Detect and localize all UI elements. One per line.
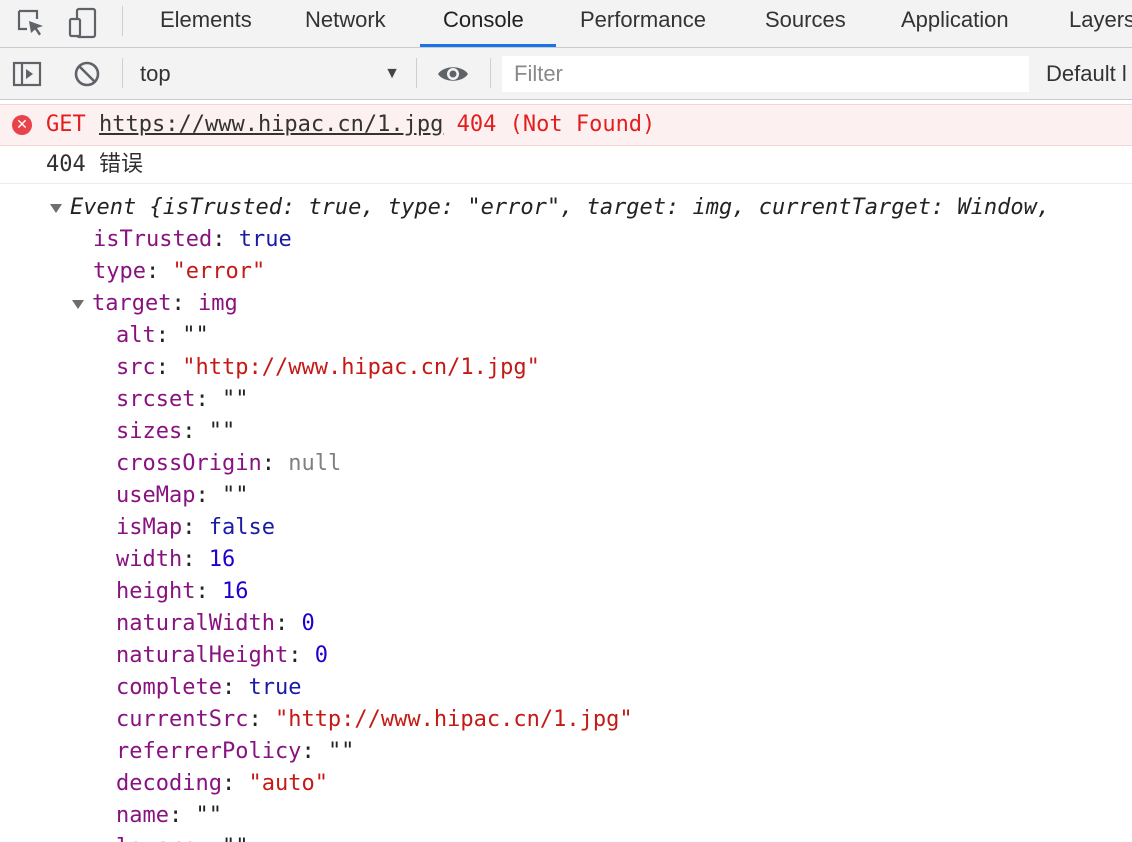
property-row: srcset: "": [116, 387, 249, 412]
property-row: referrerPolicy: "": [116, 739, 355, 764]
property-value: "error": [172, 259, 266, 284]
property-value: "": [221, 483, 249, 508]
error-text: GET https://www.hipac.cn/1.jpg 404 (Not …: [46, 105, 655, 145]
property-key: src: [116, 355, 156, 380]
property-row: currentSrc: "http://www.hipac.cn/1.jpg": [116, 707, 633, 732]
property-row: crossOrigin: null: [116, 451, 342, 476]
property-value: false: [208, 515, 275, 540]
property-key: height: [116, 579, 196, 604]
filter-input[interactable]: [502, 56, 1029, 92]
property-value: true: [238, 227, 292, 252]
property-key: crossOrigin: [116, 451, 262, 476]
property-row: type: "error": [93, 259, 266, 284]
property-key: type: [93, 259, 146, 284]
active-tab-indicator: [420, 44, 556, 47]
property-key: srcset: [116, 387, 196, 412]
property-row: height: 16: [116, 579, 249, 604]
clear-console-icon[interactable]: [70, 57, 104, 91]
log-message: 404 错误: [0, 146, 1132, 184]
event-object-summary[interactable]: Event {isTrusted: true, type: "error", t…: [50, 192, 1050, 224]
log-levels-dropdown[interactable]: Default l: [1046, 57, 1127, 91]
property-key: referrerPolicy: [116, 739, 302, 764]
property-row: sizes: "": [116, 419, 236, 444]
event-label: Event: [70, 195, 137, 220]
property-key: complete: [116, 675, 222, 700]
show-sidebar-icon[interactable]: [10, 57, 44, 91]
expand-triangle-icon[interactable]: [50, 203, 62, 213]
toolbar-divider: [490, 58, 491, 88]
tab-console[interactable]: Console: [443, 0, 524, 47]
property-value: "": [221, 387, 249, 412]
property-value: "": [208, 419, 236, 444]
live-expression-eye-icon[interactable]: [436, 57, 470, 91]
dropdown-arrow-icon: ▼: [384, 65, 400, 82]
tab-layers[interactable]: Layers: [1069, 0, 1132, 47]
property-key: target: [92, 291, 172, 316]
property-value: "": [327, 739, 355, 764]
property-value: true: [248, 675, 302, 700]
tab-sources[interactable]: Sources: [765, 0, 846, 47]
device-toolbar-icon[interactable]: [66, 6, 100, 40]
property-value: "": [182, 323, 209, 348]
console-toolbar: top ▼ Default l: [0, 48, 1132, 100]
property-key: naturalWidth: [116, 611, 275, 636]
console-output: ✕ GET https://www.hipac.cn/1.jpg 404 (No…: [0, 100, 1132, 842]
toolbar-divider: [122, 6, 123, 36]
toolbar-divider: [122, 58, 123, 88]
error-message: ✕ GET https://www.hipac.cn/1.jpg 404 (No…: [0, 104, 1132, 146]
error-method: GET: [46, 112, 86, 137]
tab-elements[interactable]: Elements: [160, 0, 252, 47]
property-key: lowsrc: [116, 835, 195, 842]
toolbar-divider: [416, 58, 417, 88]
property-row: alt: "": [116, 323, 209, 348]
property-value: "http://www.hipac.cn/1.jpg": [274, 707, 633, 732]
property-row: name: "": [116, 803, 222, 828]
property-key: sizes: [116, 419, 183, 444]
inspect-element-icon[interactable]: [14, 6, 48, 40]
error-url-link[interactable]: https://www.hipac.cn/1.jpg: [99, 112, 443, 137]
property-value: 0: [314, 643, 328, 668]
tab-network[interactable]: Network: [305, 0, 386, 47]
property-value: null: [288, 451, 342, 476]
property-key: isTrusted: [93, 227, 213, 252]
context-selector[interactable]: top ▼: [140, 57, 402, 91]
property-value: "http://www.hipac.cn/1.jpg": [182, 355, 540, 380]
property-value: 0: [301, 611, 315, 636]
log-text: 404 错误: [46, 152, 143, 177]
property-key: alt: [116, 323, 156, 348]
property-value: 16: [221, 579, 249, 604]
property-value: "": [195, 803, 222, 828]
event-preview: {isTrusted: true, type: "error", target:…: [149, 195, 1051, 220]
property-row: complete: true: [116, 675, 302, 700]
property-row: src: "http://www.hipac.cn/1.jpg": [116, 355, 540, 380]
property-row: width: 16: [116, 547, 236, 572]
target-property-row[interactable]: target: img: [72, 288, 238, 320]
property-row: decoding: "auto": [116, 771, 328, 796]
tab-application[interactable]: Application: [901, 0, 1009, 47]
property-value: 16: [208, 547, 236, 572]
property-row: useMap: "": [116, 483, 249, 508]
property-key: width: [116, 547, 183, 572]
property-key: isMap: [116, 515, 183, 540]
property-value: "auto": [248, 771, 328, 796]
property-key: useMap: [116, 483, 196, 508]
error-icon: ✕: [12, 115, 32, 135]
property-row: isTrusted: true: [93, 227, 292, 252]
property-row: isMap: false: [116, 515, 275, 540]
property-row: lowsrc: "": [116, 832, 248, 842]
property-key: name: [116, 803, 169, 828]
devtools-tab-bar: Elements Network Console Performance Sou…: [0, 0, 1132, 48]
property-key: decoding: [116, 771, 222, 796]
property-row: naturalHeight: 0: [116, 643, 328, 668]
property-row: naturalWidth: 0: [116, 611, 315, 636]
property-key: naturalHeight: [116, 643, 289, 668]
property-value: img: [197, 291, 238, 316]
tab-performance[interactable]: Performance: [580, 0, 706, 47]
error-status: 404 (Not Found): [456, 112, 656, 137]
expand-triangle-icon[interactable]: [72, 299, 84, 309]
context-selector-value: top: [140, 61, 171, 86]
property-value: "": [222, 835, 249, 842]
property-key: currentSrc: [116, 707, 249, 732]
